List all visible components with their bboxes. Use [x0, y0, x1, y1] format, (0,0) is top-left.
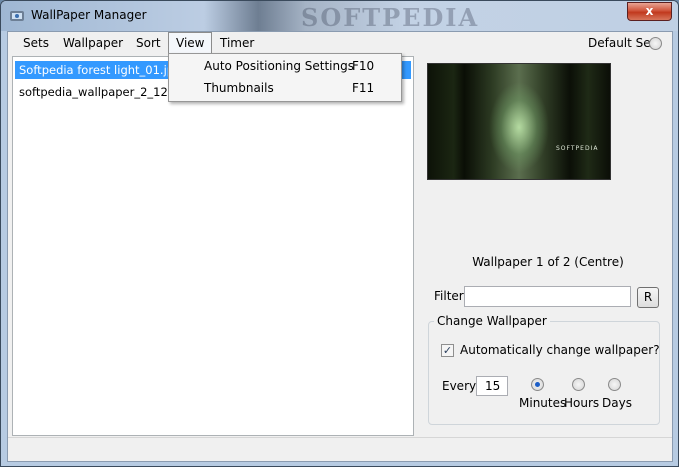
- every-label: Every: [442, 379, 477, 393]
- auto-change-label[interactable]: Automatically change wallpaper?: [460, 343, 660, 357]
- reset-filter-button[interactable]: R: [637, 287, 659, 308]
- view-menu-dropdown: Auto Positioning Settings F10 Thumbnails…: [168, 53, 402, 102]
- title-bar[interactable]: SOFTPEDIA WallPaper Manager x: [1, 1, 678, 32]
- app-icon: [10, 11, 24, 21]
- radio-days[interactable]: [608, 378, 621, 391]
- wallpaper-list[interactable]: Softpedia forest light_01.jpg softpedia_…: [12, 56, 414, 436]
- menu-view[interactable]: View: [168, 32, 213, 54]
- menu-sets[interactable]: Sets: [16, 32, 56, 54]
- default-set-radio[interactable]: [649, 37, 662, 50]
- auto-change-checkbox[interactable]: ✓: [441, 344, 454, 357]
- wallpaper-preview: SOFTPEDIA: [427, 63, 611, 180]
- filter-input[interactable]: [464, 286, 631, 307]
- menu-bar: Sets Wallpaper Sort View Timer Default S…: [8, 32, 672, 54]
- radio-minutes-label[interactable]: Minutes: [519, 396, 566, 410]
- menu-item-thumbnails[interactable]: Thumbnails F11: [169, 78, 401, 98]
- default-set-label: Default Set: [588, 36, 656, 50]
- menu-item-auto-positioning[interactable]: Auto Positioning Settings F10: [169, 56, 401, 76]
- menu-item-label: Thumbnails: [204, 81, 274, 95]
- client-area: Sets Wallpaper Sort View Timer Default S…: [7, 31, 673, 462]
- filter-label: Filter:: [434, 289, 468, 303]
- menu-sort[interactable]: Sort: [129, 32, 168, 54]
- radio-hours[interactable]: [572, 378, 585, 391]
- title-watermark: SOFTPEDIA: [301, 3, 480, 32]
- menu-item-label: Auto Positioning Settings: [204, 59, 354, 73]
- close-icon: x: [645, 4, 654, 18]
- radio-days-label[interactable]: Days: [602, 396, 632, 410]
- close-button[interactable]: x: [627, 2, 672, 21]
- radio-minutes[interactable]: [531, 378, 544, 391]
- preview-logo: SOFTPEDIA: [556, 145, 599, 152]
- interval-input[interactable]: [476, 376, 508, 396]
- menu-timer[interactable]: Timer: [213, 32, 261, 54]
- status-bar: [8, 437, 672, 461]
- group-title: Change Wallpaper: [434, 314, 550, 328]
- check-icon: ✓: [442, 344, 453, 357]
- window-title: WallPaper Manager: [31, 8, 147, 22]
- menu-wallpaper[interactable]: Wallpaper: [56, 32, 130, 54]
- menu-item-shortcut: F10: [352, 59, 375, 73]
- radio-hours-label[interactable]: Hours: [564, 396, 599, 410]
- menu-item-shortcut: F11: [352, 81, 375, 95]
- app-window: SOFTPEDIA WallPaper Manager x Sets Wallp…: [0, 0, 679, 467]
- wallpaper-info: Wallpaper 1 of 2 (Centre): [472, 255, 624, 269]
